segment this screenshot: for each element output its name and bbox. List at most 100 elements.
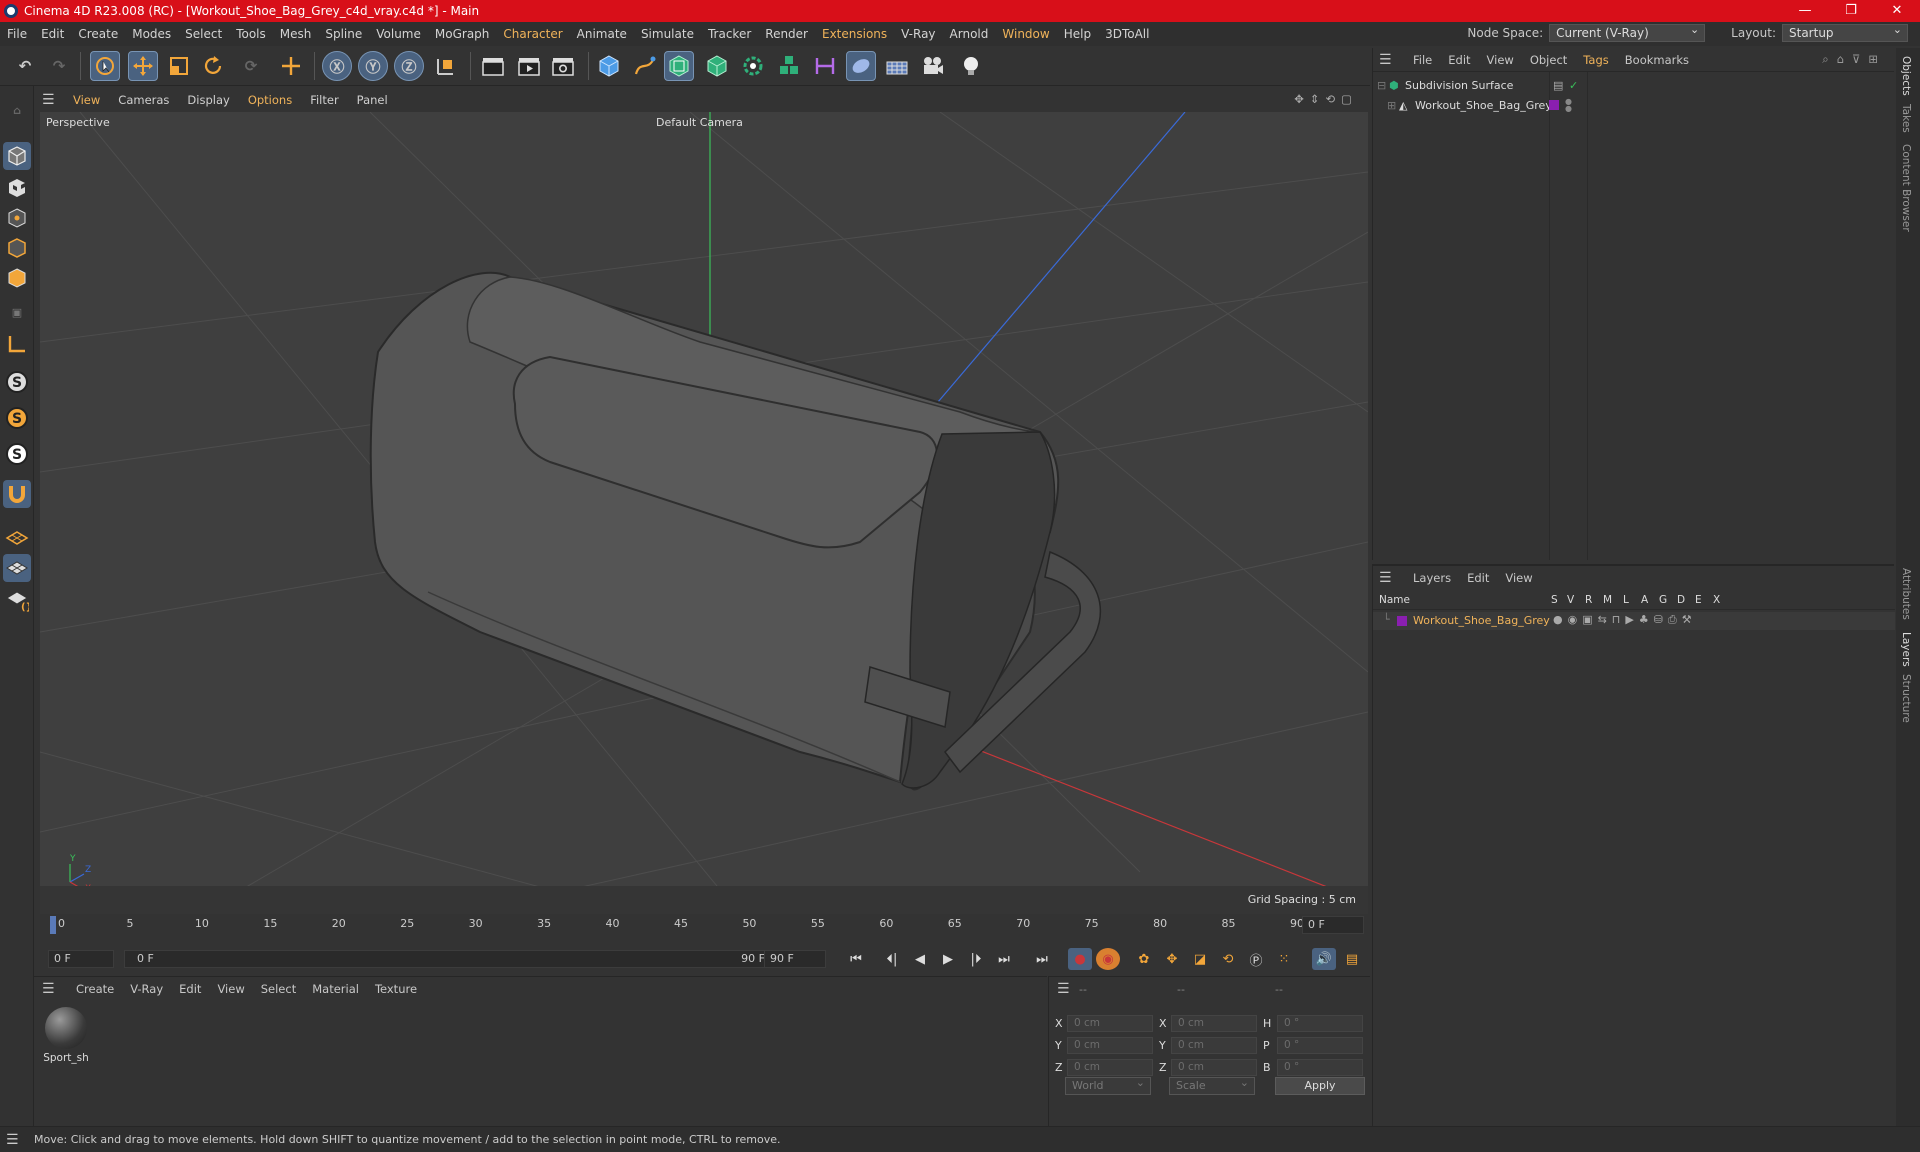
coordinate-system-button[interactable] [430,51,460,81]
add-deformer-button[interactable] [774,51,804,81]
menu-volume[interactable]: Volume [369,27,428,41]
menu-render[interactable]: Render [758,27,815,41]
snap-button[interactable]: S [3,368,31,396]
point-mode-button[interactable] [3,204,31,232]
scale-key-icon[interactable]: ◪ [1188,948,1212,970]
layer-menu-layers[interactable]: Layers [1405,571,1459,585]
autokey-icon[interactable]: ◉ [1096,948,1120,970]
layer-color-swatch[interactable] [1397,616,1407,626]
tab-content-browser[interactable]: Content Browser [1900,144,1912,232]
rot-b-field[interactable]: 0 ° [1277,1059,1363,1076]
hamburger-menu-icon[interactable]: ☰ [1057,981,1070,997]
end-frame-field[interactable]: 90 F [764,950,826,968]
menu-mograph[interactable]: MoGraph [428,27,497,41]
material-menu-texture[interactable]: Texture [367,982,425,996]
move-tool-button[interactable] [128,51,158,81]
create-null-button[interactable] [276,51,306,81]
expand-toggle-icon[interactable]: ⊟ [1377,79,1389,92]
object-menu-edit[interactable]: Edit [1440,53,1478,67]
position-key-icon[interactable]: ✥ [1160,948,1184,970]
camera-label[interactable]: Default Camera [656,116,743,129]
material-menu-view[interactable]: View [209,982,252,996]
menu-arnold[interactable]: Arnold [943,27,996,41]
rotate-tool-button[interactable] [198,51,228,81]
menu-character[interactable]: Character [496,27,569,41]
pos-x-field[interactable]: 0 cm [1067,1015,1153,1032]
previous-key-icon[interactable]: ⏴| [880,948,904,970]
viewport-menu-display[interactable]: Display [178,93,238,107]
go-to-start-icon[interactable]: ⏮ [844,948,868,970]
rot-h-field[interactable]: 0 ° [1277,1015,1363,1032]
tab-attributes[interactable]: Attributes [1900,568,1912,620]
material-menu-create[interactable]: Create [68,982,122,996]
menu-mesh[interactable]: Mesh [273,27,319,41]
close-button[interactable]: ✕ [1874,0,1920,22]
coordinate-mode-dropdown[interactable]: World [1065,1075,1151,1095]
current-frame-field[interactable]: 0 F [1302,916,1364,934]
layer-menu-edit[interactable]: Edit [1459,571,1497,585]
enabled-check-icon[interactable]: ✓ [1569,79,1578,92]
redo-icon[interactable]: ↷ [44,51,74,81]
rot-p-field[interactable]: 0 ° [1277,1037,1363,1054]
texture-mode-button[interactable] [3,174,31,202]
object-search-icons[interactable]: ⌕⌂⊽⊞ [1822,52,1886,67]
hamburger-menu-icon[interactable]: ☰ [42,92,64,108]
layer-name[interactable]: Workout_Shoe_Bag_Grey [1413,614,1550,627]
size-z-field[interactable]: 0 cm [1171,1059,1257,1076]
previous-frame-icon[interactable]: ◀ [908,948,932,970]
3d-viewport[interactable]: Y Z X Perspective Default Camera Grid Sp… [40,112,1368,914]
sound-icon[interactable]: 🔊 [1312,948,1336,970]
locked-workplane-button[interactable] [3,554,31,582]
render-settings-button[interactable] [548,51,578,81]
add-mograph-button[interactable] [738,51,768,81]
rotation-key-icon[interactable]: ⟲ [1216,948,1240,970]
layer-row[interactable]: └ Workout_Shoe_Bag_Grey ●◉▣⇆⊓▶♣⛁⎙⚒ [1373,612,1895,630]
menu-file[interactable]: File [0,27,34,41]
viewport-menu-view[interactable]: View [64,93,109,107]
recent-tool-icon[interactable]: ⟳ [236,51,266,81]
undo-icon[interactable]: ↶ [10,51,40,81]
visibility-toggle-icon[interactable]: ▤ [1553,79,1563,92]
layer-toggle-icons[interactable]: ●◉▣⇆⊓▶♣⛁⎙⚒ [1553,613,1697,627]
add-generator-button[interactable] [702,51,732,81]
object-mode-button[interactable] [3,142,31,170]
menu-animate[interactable]: Animate [570,27,634,41]
menu-simulate[interactable]: Simulate [634,27,701,41]
render-picture-viewer-button[interactable] [514,51,544,81]
scale-tool-button[interactable] [164,51,194,81]
size-x-field[interactable]: 0 cm [1171,1015,1257,1032]
go-to-end-icon[interactable]: ⏭ [1030,948,1054,970]
menu-3dtoall[interactable]: 3DToAll [1098,27,1156,41]
material-menu-material[interactable]: Material [304,982,367,996]
preview-range-slider[interactable]: 0 F 90 F [124,950,786,968]
apply-button[interactable]: Apply [1275,1077,1365,1095]
object-menu-bookmarks[interactable]: Bookmarks [1617,53,1697,67]
object-menu-view[interactable]: View [1479,53,1522,67]
soft-selection-button[interactable]: S [3,404,31,432]
material-menu-vray[interactable]: V-Ray [122,982,171,996]
symmetry-button[interactable]: S [3,440,31,468]
timeline-window-icon[interactable]: ▤ [1340,948,1364,970]
planar-workplane-button[interactable]: (} [3,586,31,614]
layer-color-swatch[interactable] [1549,100,1559,110]
start-frame-field[interactable]: 0 F [48,950,114,968]
tab-objects[interactable]: Objects [1900,56,1912,96]
viewport-menu-filter[interactable]: Filter [301,93,347,107]
hamburger-menu-icon[interactable]: ☰ [42,981,68,997]
keyframe-selection-icon[interactable]: ✿ [1132,948,1156,970]
node-space-dropdown[interactable]: Current (V-Ray) [1549,22,1706,42]
pos-y-field[interactable]: 0 cm [1067,1037,1153,1054]
menu-help[interactable]: Help [1057,27,1098,41]
expand-toggle-icon[interactable]: ⊞ [1387,99,1399,112]
material-swatch[interactable]: Sport_sh [42,1007,90,1064]
lock-y-axis-button[interactable]: Ⓨ [358,51,388,81]
layout-dropdown[interactable]: Startup [1782,22,1908,42]
transform-mode-dropdown[interactable]: Scale [1169,1075,1255,1095]
hamburger-menu-icon[interactable]: ☰ [1379,570,1405,586]
lock-x-axis-button[interactable]: Ⓧ [322,51,352,81]
menu-tracker[interactable]: Tracker [701,27,758,41]
polygon-mode-button[interactable] [3,264,31,292]
material-menu-select[interactable]: Select [253,982,304,996]
next-frame-icon[interactable]: |⏵ [964,948,988,970]
lock-z-axis-button[interactable]: Ⓩ [394,51,424,81]
